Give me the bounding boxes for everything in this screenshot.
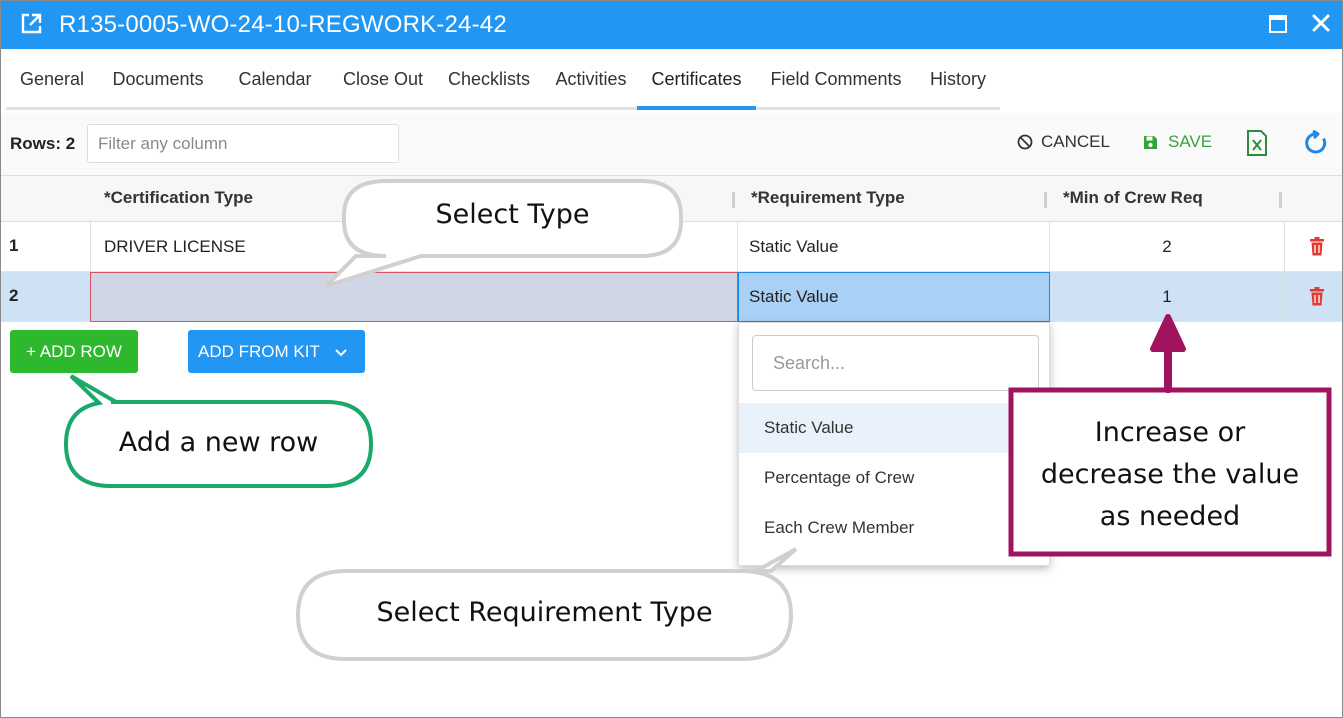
requirement-type-dropdown: Static Value Percentage of Crew Each Cre… <box>738 322 1050 566</box>
rows-count: Rows: 2 <box>10 134 75 154</box>
requirement-type-cell[interactable]: Static Value <box>749 222 838 272</box>
cancel-icon <box>1017 134 1033 150</box>
title-bar: R135-0005-WO-24-10-REGWORK-24-42 <box>1 1 1342 49</box>
tab-checklists[interactable]: Checklists <box>434 50 544 110</box>
tab-activities[interactable]: Activities <box>539 50 643 110</box>
dropdown-option-each-crew-member[interactable]: Each Crew Member <box>739 503 1049 553</box>
tab-documents[interactable]: Documents <box>100 50 216 110</box>
tab-field-comments[interactable]: Field Comments <box>761 50 911 110</box>
select-requirement-bubble <box>295 547 798 661</box>
col-header-certification-type[interactable]: *Certification Type <box>104 176 253 222</box>
tab-close-out[interactable]: Close Out <box>326 50 440 110</box>
cancel-button[interactable]: CANCEL <box>1017 132 1110 152</box>
table-row: 2 Static Value 1 <box>1 272 1342 322</box>
add-row-bubble <box>63 374 374 488</box>
col-resizer[interactable] <box>1279 192 1282 208</box>
requirement-type-editor[interactable]: Static Value <box>738 272 1050 322</box>
col-resizer[interactable] <box>1044 192 1047 208</box>
row-number: 2 <box>9 286 19 305</box>
delete-row-icon[interactable] <box>1309 237 1325 256</box>
tab-bar: General Documents Calendar Close Out Che… <box>6 50 1000 110</box>
dropdown-option-static-value[interactable]: Static Value <box>739 403 1049 453</box>
chevron-down-icon <box>335 348 347 356</box>
add-from-kit-button[interactable]: ADD FROM KIT <box>188 330 365 373</box>
excel-export-icon[interactable] <box>1246 130 1268 156</box>
table-row: 1 DRIVER LICENSE Static Value 2 <box>1 222 1342 272</box>
tab-general[interactable]: General <box>6 50 98 110</box>
save-icon <box>1144 135 1157 149</box>
tab-calendar[interactable]: Calendar <box>220 50 330 110</box>
save-button[interactable]: SAVE <box>1143 132 1212 152</box>
col-resizer[interactable] <box>732 192 735 208</box>
add-row-callout-label: Add a new row <box>118 427 319 458</box>
certification-type-editor[interactable] <box>90 272 738 322</box>
tab-certificates[interactable]: Certificates <box>637 50 756 110</box>
row-number: 1 <box>9 236 19 255</box>
col-header-min-crew[interactable]: *Min of Crew Req <box>1063 176 1203 222</box>
filter-input[interactable] <box>87 124 399 163</box>
certification-type-cell[interactable]: DRIVER LICENSE <box>104 222 246 272</box>
add-row-button[interactable]: + ADD ROW <box>10 330 138 373</box>
increase-decrease-box <box>1008 387 1332 557</box>
delete-row-icon[interactable] <box>1309 287 1325 306</box>
close-icon[interactable] <box>1310 12 1332 34</box>
arrow-icon <box>1150 314 1186 393</box>
cancel-label: CANCEL <box>1041 132 1110 151</box>
min-crew-cell[interactable]: 1 <box>1050 272 1284 322</box>
grid-header: *Certification Type *Requirement Type *M… <box>1 175 1342 222</box>
grid-toolbar: Rows: 2 CANCEL SAVE <box>1 113 1342 175</box>
tab-history[interactable]: History <box>917 50 999 110</box>
dialog-window: R135-0005-WO-24-10-REGWORK-24-42 General… <box>0 0 1343 718</box>
rows-label: Rows: <box>10 134 61 153</box>
rows-value: 2 <box>65 134 76 153</box>
add-from-kit-label: ADD FROM KIT <box>198 342 320 361</box>
window-title: R135-0005-WO-24-10-REGWORK-24-42 <box>59 11 507 38</box>
increase-decrease-label: Increase or decrease the value as needed <box>1040 417 1300 532</box>
select-requirement-label: Select Requirement Type <box>376 597 713 628</box>
dropdown-option-percentage-of-crew[interactable]: Percentage of Crew <box>739 453 1049 503</box>
maximize-icon[interactable] <box>1268 14 1288 34</box>
min-crew-cell[interactable]: 2 <box>1050 222 1284 272</box>
refresh-icon[interactable] <box>1303 130 1329 156</box>
col-header-requirement-type[interactable]: *Requirement Type <box>751 176 905 222</box>
save-label: SAVE <box>1168 132 1213 151</box>
open-external-icon[interactable] <box>19 12 43 36</box>
dropdown-search-input[interactable] <box>752 335 1039 391</box>
